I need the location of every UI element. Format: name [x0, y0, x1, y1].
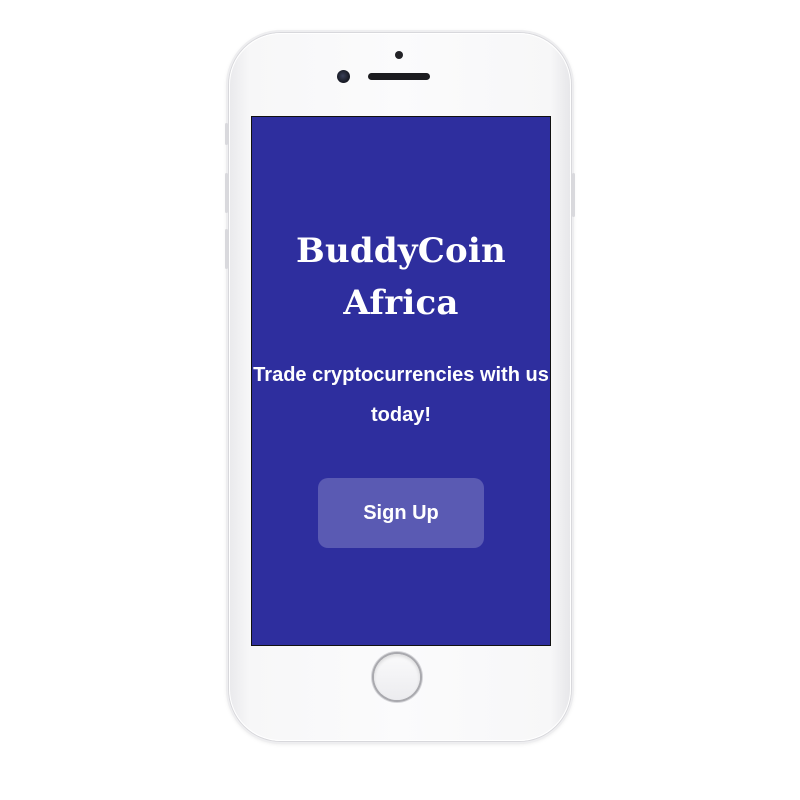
sign-up-button[interactable]: Sign Up	[318, 478, 484, 548]
front-camera-icon	[337, 70, 350, 83]
silent-switch	[225, 123, 228, 145]
home-button-icon[interactable]	[374, 654, 420, 700]
app-screen: BuddyCoin Africa Trade cryptocurrencies …	[251, 116, 551, 646]
earpiece-speaker	[368, 73, 430, 80]
app-title: BuddyCoin Africa	[296, 231, 506, 323]
mockup-stage: BuddyCoin Africa Trade cryptocurrencies …	[0, 0, 800, 800]
power-button	[572, 173, 575, 217]
volume-up-button	[225, 173, 228, 213]
proximity-sensor	[395, 51, 403, 59]
volume-down-button	[225, 229, 228, 269]
tagline: Trade cryptocurrencies with us today!	[253, 364, 549, 426]
phone-frame: BuddyCoin Africa Trade cryptocurrencies …	[225, 33, 575, 741]
